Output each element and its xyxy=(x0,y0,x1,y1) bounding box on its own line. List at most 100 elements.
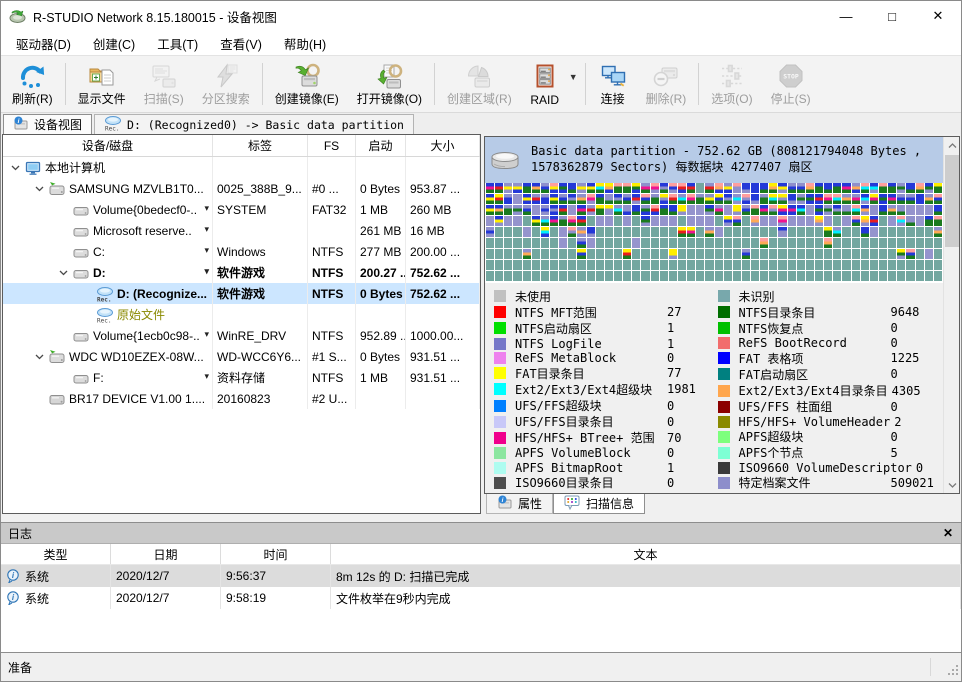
log-panel: 日志 ✕ 类型日期时间文本 i系统2020/12/79:56:378m 12s … xyxy=(1,522,961,653)
scan-tab-1[interactable]: i属性 xyxy=(486,494,553,514)
log-column-header-3[interactable]: 时间 xyxy=(221,544,331,564)
toolbar-connect-button[interactable]: 连接 xyxy=(589,58,637,110)
log-row[interactable]: i系统2020/12/79:56:378m 12s 的 D: 扫描已完成 xyxy=(1,565,961,587)
row-dropdown-icon[interactable]: ▾ xyxy=(204,329,209,340)
resize-grip[interactable] xyxy=(946,663,959,679)
legend-label: UFS/FFS 柱面组 xyxy=(739,398,887,415)
scan-scrollbar[interactable] xyxy=(943,137,959,493)
map-block xyxy=(669,194,677,204)
column-header-1[interactable]: ˆ设备/磁盘 xyxy=(3,135,213,156)
row-dropdown-icon[interactable]: ▾ xyxy=(204,203,209,214)
column-header-3[interactable]: FS xyxy=(308,135,356,156)
menu-item-2[interactable]: 创建(C) xyxy=(82,31,146,56)
device-view-icon: i xyxy=(13,116,29,133)
device-row[interactable]: Volume{1ecb0c98-..▾WinRE_DRVNTFS952.89 .… xyxy=(3,325,480,346)
toolbar-refresh-button[interactable]: 刷新(R) xyxy=(3,58,62,110)
map-block xyxy=(587,205,595,215)
legend-item: HFS/HFS+ BTree+ 范围70 xyxy=(494,430,718,446)
device-row[interactable]: Rec.D: (Recognize...软件游戏NTFS0 Bytes752.6… xyxy=(3,283,480,304)
map-block xyxy=(541,260,549,270)
tree-expand-chevron-icon[interactable] xyxy=(7,165,23,171)
scroll-down-icon[interactable] xyxy=(944,477,960,493)
map-block xyxy=(623,216,631,226)
map-block xyxy=(705,271,713,281)
map-block xyxy=(696,194,704,204)
menu-item-4[interactable]: 查看(V) xyxy=(209,31,273,56)
map-block xyxy=(742,216,750,226)
map-block xyxy=(934,216,942,226)
toolbar-create-image-button[interactable]: 创建镜像(E) xyxy=(266,58,348,110)
toolbar-raid-button[interactable]: RAID xyxy=(521,58,569,110)
map-block xyxy=(888,194,896,204)
device-name: 本地计算机 xyxy=(45,159,105,176)
close-button[interactable]: ✕ xyxy=(915,1,961,31)
device-row[interactable]: F:▾资料存储NTFS1 MB931.51 ... xyxy=(3,367,480,388)
map-block xyxy=(669,238,677,248)
column-header-5[interactable]: 大小 xyxy=(406,135,480,156)
toolbar-open-image-button[interactable]: 打开镜像(O) xyxy=(348,58,431,110)
row-dropdown-icon[interactable]: ▾ xyxy=(204,266,209,277)
map-block xyxy=(532,227,540,237)
column-header-4[interactable]: 启动 xyxy=(356,135,406,156)
maximize-button[interactable]: □ xyxy=(869,1,915,31)
map-block xyxy=(596,227,604,237)
menu-item-5[interactable]: 帮助(H) xyxy=(273,31,337,56)
legend-right-column: 未识别NTFS目录条目9648NTFS恢复点0ReFS BootRecord0F… xyxy=(718,288,942,491)
view-tab-2[interactable]: Rec.D: (Recognized0) -> Basic data parti… xyxy=(94,114,414,134)
toolbar-show-files-button[interactable]: 显示文件 xyxy=(69,58,135,110)
row-dropdown-icon[interactable]: ▾ xyxy=(204,224,209,235)
map-block xyxy=(842,249,850,259)
map-block xyxy=(587,183,595,193)
log-column-header-4[interactable]: 文本 xyxy=(331,544,961,564)
row-dropdown-icon[interactable]: ▾ xyxy=(204,371,209,382)
column-header-2[interactable]: 标签 xyxy=(213,135,308,156)
minimize-button[interactable]: — xyxy=(823,1,869,31)
map-block xyxy=(934,271,942,281)
map-block xyxy=(833,227,841,237)
legend-swatch xyxy=(718,337,730,349)
scroll-thumb[interactable] xyxy=(945,155,959,247)
device-row[interactable]: Volume{0bedecf0-..▾SYSTEMFAT321 MB260 MB xyxy=(3,199,480,220)
view-tab-1[interactable]: i设备视图 xyxy=(3,114,92,134)
map-block xyxy=(815,260,823,270)
part-icon xyxy=(71,328,91,344)
scroll-up-icon[interactable] xyxy=(944,137,960,153)
map-block xyxy=(769,227,777,237)
device-size-cell xyxy=(406,304,480,325)
device-row[interactable]: 本地计算机 xyxy=(3,157,480,178)
map-block xyxy=(495,194,503,204)
scan-tab-2[interactable]: 扫描信息 xyxy=(553,494,645,514)
legend-swatch xyxy=(494,416,506,428)
tree-expand-chevron-icon[interactable] xyxy=(55,270,71,276)
map-block xyxy=(769,249,777,259)
device-row[interactable]: Microsoft reserve..▾261 MB16 MB xyxy=(3,220,480,241)
tree-expand-chevron-icon[interactable] xyxy=(31,354,47,360)
map-block xyxy=(751,249,759,259)
map-block xyxy=(852,249,860,259)
device-row[interactable]: Rec.原始文件 xyxy=(3,304,480,325)
log-close-icon[interactable]: ✕ xyxy=(943,526,953,540)
tree-expand-chevron-icon[interactable] xyxy=(31,186,47,192)
legend-count: 0 xyxy=(891,367,898,381)
map-block xyxy=(623,194,631,204)
device-row[interactable]: SAMSUNG MZVLB1T0...0025_388B_9...#0 ...0… xyxy=(3,178,480,199)
menu-item-3[interactable]: 工具(T) xyxy=(146,31,209,56)
map-block xyxy=(861,216,869,226)
map-block xyxy=(486,205,494,215)
log-column-header-2[interactable]: 日期 xyxy=(111,544,221,564)
device-row[interactable]: C:▾WindowsNTFS277 MB200.00 ... xyxy=(3,241,480,262)
row-dropdown-icon[interactable]: ▾ xyxy=(204,245,209,256)
map-block xyxy=(541,238,549,248)
device-row[interactable]: WDC WD10EZEX-08W...WD-WCC6Y6...#1 S...0 … xyxy=(3,346,480,367)
map-block xyxy=(577,271,585,281)
map-block xyxy=(724,271,732,281)
menu-item-1[interactable]: 驱动器(D) xyxy=(5,31,82,56)
device-row[interactable]: BR17 DEVICE V1.00 1....20160823#2 U... xyxy=(3,388,480,409)
map-block xyxy=(778,260,786,270)
device-row[interactable]: D:▾软件游戏NTFS200.27 ...752.62 ... xyxy=(3,262,480,283)
log-column-header-1[interactable]: 类型 xyxy=(1,544,111,564)
log-row[interactable]: i系统2020/12/79:58:19文件枚举在9秒内完成 xyxy=(1,587,961,609)
map-block xyxy=(925,216,933,226)
legend-item: APFS VolumeBlock0 xyxy=(494,446,718,461)
raid-dropdown-arrow[interactable]: ▼ xyxy=(569,58,582,110)
